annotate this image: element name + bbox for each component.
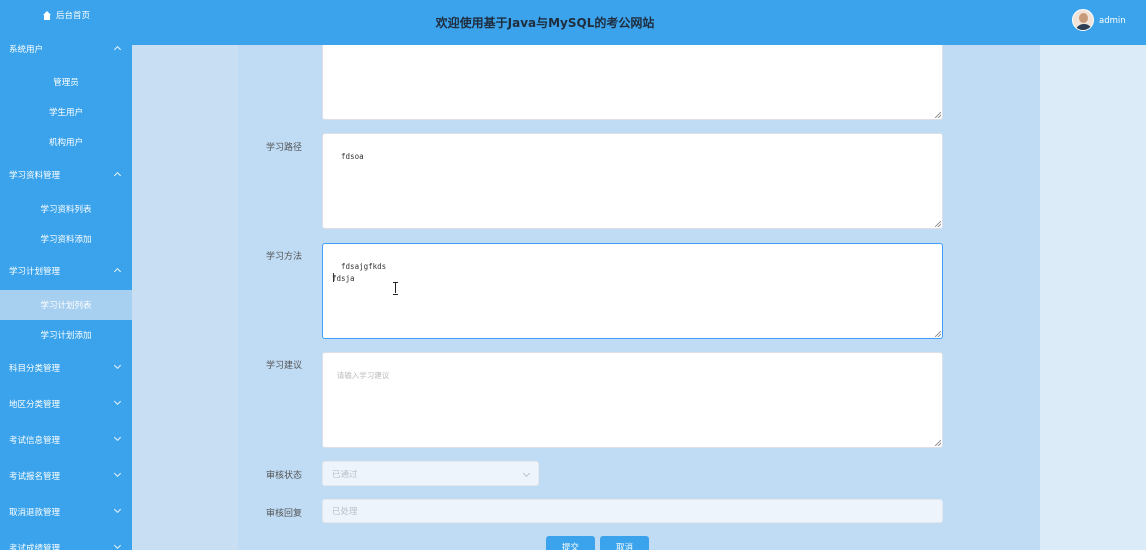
- method-textarea[interactable]: fdsajgfkds fdsja: [322, 243, 943, 339]
- sidebar-item-admin[interactable]: 管理员: [0, 67, 132, 97]
- sidebar-group-scores[interactable]: 考试成绩管理: [0, 533, 132, 550]
- sidebar-item-label: 学习资料列表: [40, 205, 92, 215]
- chevron-down-icon: [113, 397, 122, 406]
- sidebar-home-label: 后台首页: [55, 11, 90, 21]
- review-status-label: 审核状态: [266, 471, 303, 481]
- chevron-up-icon: [113, 171, 122, 180]
- sidebar-group-label: 系统用户: [9, 45, 44, 55]
- path-label: 学习路径: [266, 143, 303, 153]
- chevron-down-icon: [113, 361, 122, 370]
- sidebar-group-plans[interactable]: 学习计划管理: [0, 256, 132, 286]
- avatar[interactable]: [1072, 9, 1094, 31]
- sidebar-item-label: 管理员: [53, 78, 79, 88]
- sidebar-group-materials[interactable]: 学习资料管理: [0, 160, 132, 190]
- sidebar-group-label: 科目分类管理: [9, 364, 61, 374]
- review-reply-input[interactable]: 已处理: [322, 499, 943, 523]
- home-icon: [42, 10, 52, 20]
- sidebar-item-label: 学习计划列表: [40, 301, 92, 311]
- chevron-up-icon: [113, 267, 122, 276]
- sidebar-item-label: 学习资料添加: [40, 235, 92, 245]
- resize-handle-icon[interactable]: [935, 221, 941, 227]
- sidebar: 后台首页 系统用户 管理员 学生用户 机构用户 学习资料管理 学习资料列表 学习…: [0, 0, 132, 550]
- sidebar-group-subjects[interactable]: 科目分类管理: [0, 353, 132, 383]
- sidebar-group-label: 考试报名管理: [9, 472, 61, 482]
- submit-label: 提交: [561, 543, 579, 550]
- sidebar-item-org-users[interactable]: 机构用户: [0, 127, 132, 157]
- sidebar-item-plans-list[interactable]: 学习计划列表: [0, 290, 132, 320]
- sidebar-group-refunds[interactable]: 取消退款管理: [0, 497, 132, 527]
- review-reply-value: 已处理: [332, 507, 358, 517]
- advice-textarea[interactable]: 请输入学习建议: [322, 352, 943, 448]
- sidebar-item-student-users[interactable]: 学生用户: [0, 97, 132, 127]
- sidebar-group-label: 考试信息管理: [9, 436, 61, 446]
- sidebar-item-materials-list[interactable]: 学习资料列表: [0, 194, 132, 224]
- submit-button[interactable]: 提交: [546, 536, 595, 550]
- sidebar-group-label: 取消退款管理: [9, 508, 61, 518]
- path-textarea[interactable]: fdsoa: [322, 133, 943, 229]
- cancel-button[interactable]: 取消: [600, 536, 649, 550]
- top-header: 欢迎使用基于Java与MySQL的考公网站 admin: [132, 0, 1146, 45]
- page-title: 欢迎使用基于Java与MySQL的考公网站: [435, 16, 655, 30]
- resize-handle-icon[interactable]: [935, 112, 941, 118]
- advice-placeholder: 请输入学习建议: [336, 371, 390, 380]
- chevron-down-icon: [113, 469, 122, 478]
- main-left-margin: [132, 45, 238, 550]
- review-reply-label: 审核回复: [266, 509, 303, 519]
- sidebar-group-exams[interactable]: 考试信息管理: [0, 425, 132, 455]
- chevron-up-icon: [113, 45, 122, 54]
- path-value: fdsoa: [341, 152, 364, 161]
- text-caret: [333, 273, 334, 282]
- sidebar-group-registrations[interactable]: 考试报名管理: [0, 461, 132, 491]
- method-value: fdsajgfkds fdsja: [332, 262, 387, 283]
- previous-textarea[interactable]: [322, 45, 943, 120]
- username[interactable]: admin: [1099, 16, 1126, 26]
- review-status-select[interactable]: 已通过: [322, 461, 539, 486]
- resize-handle-icon[interactable]: [935, 331, 941, 337]
- sidebar-group-label: 考试成绩管理: [9, 544, 61, 550]
- sidebar-item-plans-add[interactable]: 学习计划添加: [0, 320, 132, 350]
- sidebar-item-label: 学生用户: [48, 108, 83, 118]
- chevron-down-icon: [522, 469, 531, 478]
- advice-label: 学习建议: [266, 361, 303, 371]
- chevron-down-icon: [113, 505, 122, 514]
- sidebar-home[interactable]: 后台首页: [0, 0, 132, 30]
- sidebar-group-regions[interactable]: 地区分类管理: [0, 389, 132, 419]
- sidebar-group-system-users[interactable]: 系统用户: [0, 34, 132, 64]
- ibeam-cursor-icon: [393, 282, 398, 295]
- resize-handle-icon[interactable]: [935, 440, 941, 446]
- cancel-label: 取消: [615, 543, 633, 550]
- sidebar-group-label: 学习计划管理: [9, 267, 61, 277]
- main-right-margin: [1040, 45, 1146, 550]
- sidebar-item-label: 学习计划添加: [40, 331, 92, 341]
- method-label: 学习方法: [266, 252, 303, 262]
- sidebar-group-label: 地区分类管理: [9, 400, 61, 410]
- sidebar-group-label: 学习资料管理: [9, 171, 61, 181]
- sidebar-item-label: 机构用户: [48, 138, 83, 148]
- chevron-down-icon: [113, 541, 122, 550]
- sidebar-item-materials-add[interactable]: 学习资料添加: [0, 224, 132, 254]
- review-status-value: 已通过: [332, 469, 358, 480]
- chevron-down-icon: [113, 433, 122, 442]
